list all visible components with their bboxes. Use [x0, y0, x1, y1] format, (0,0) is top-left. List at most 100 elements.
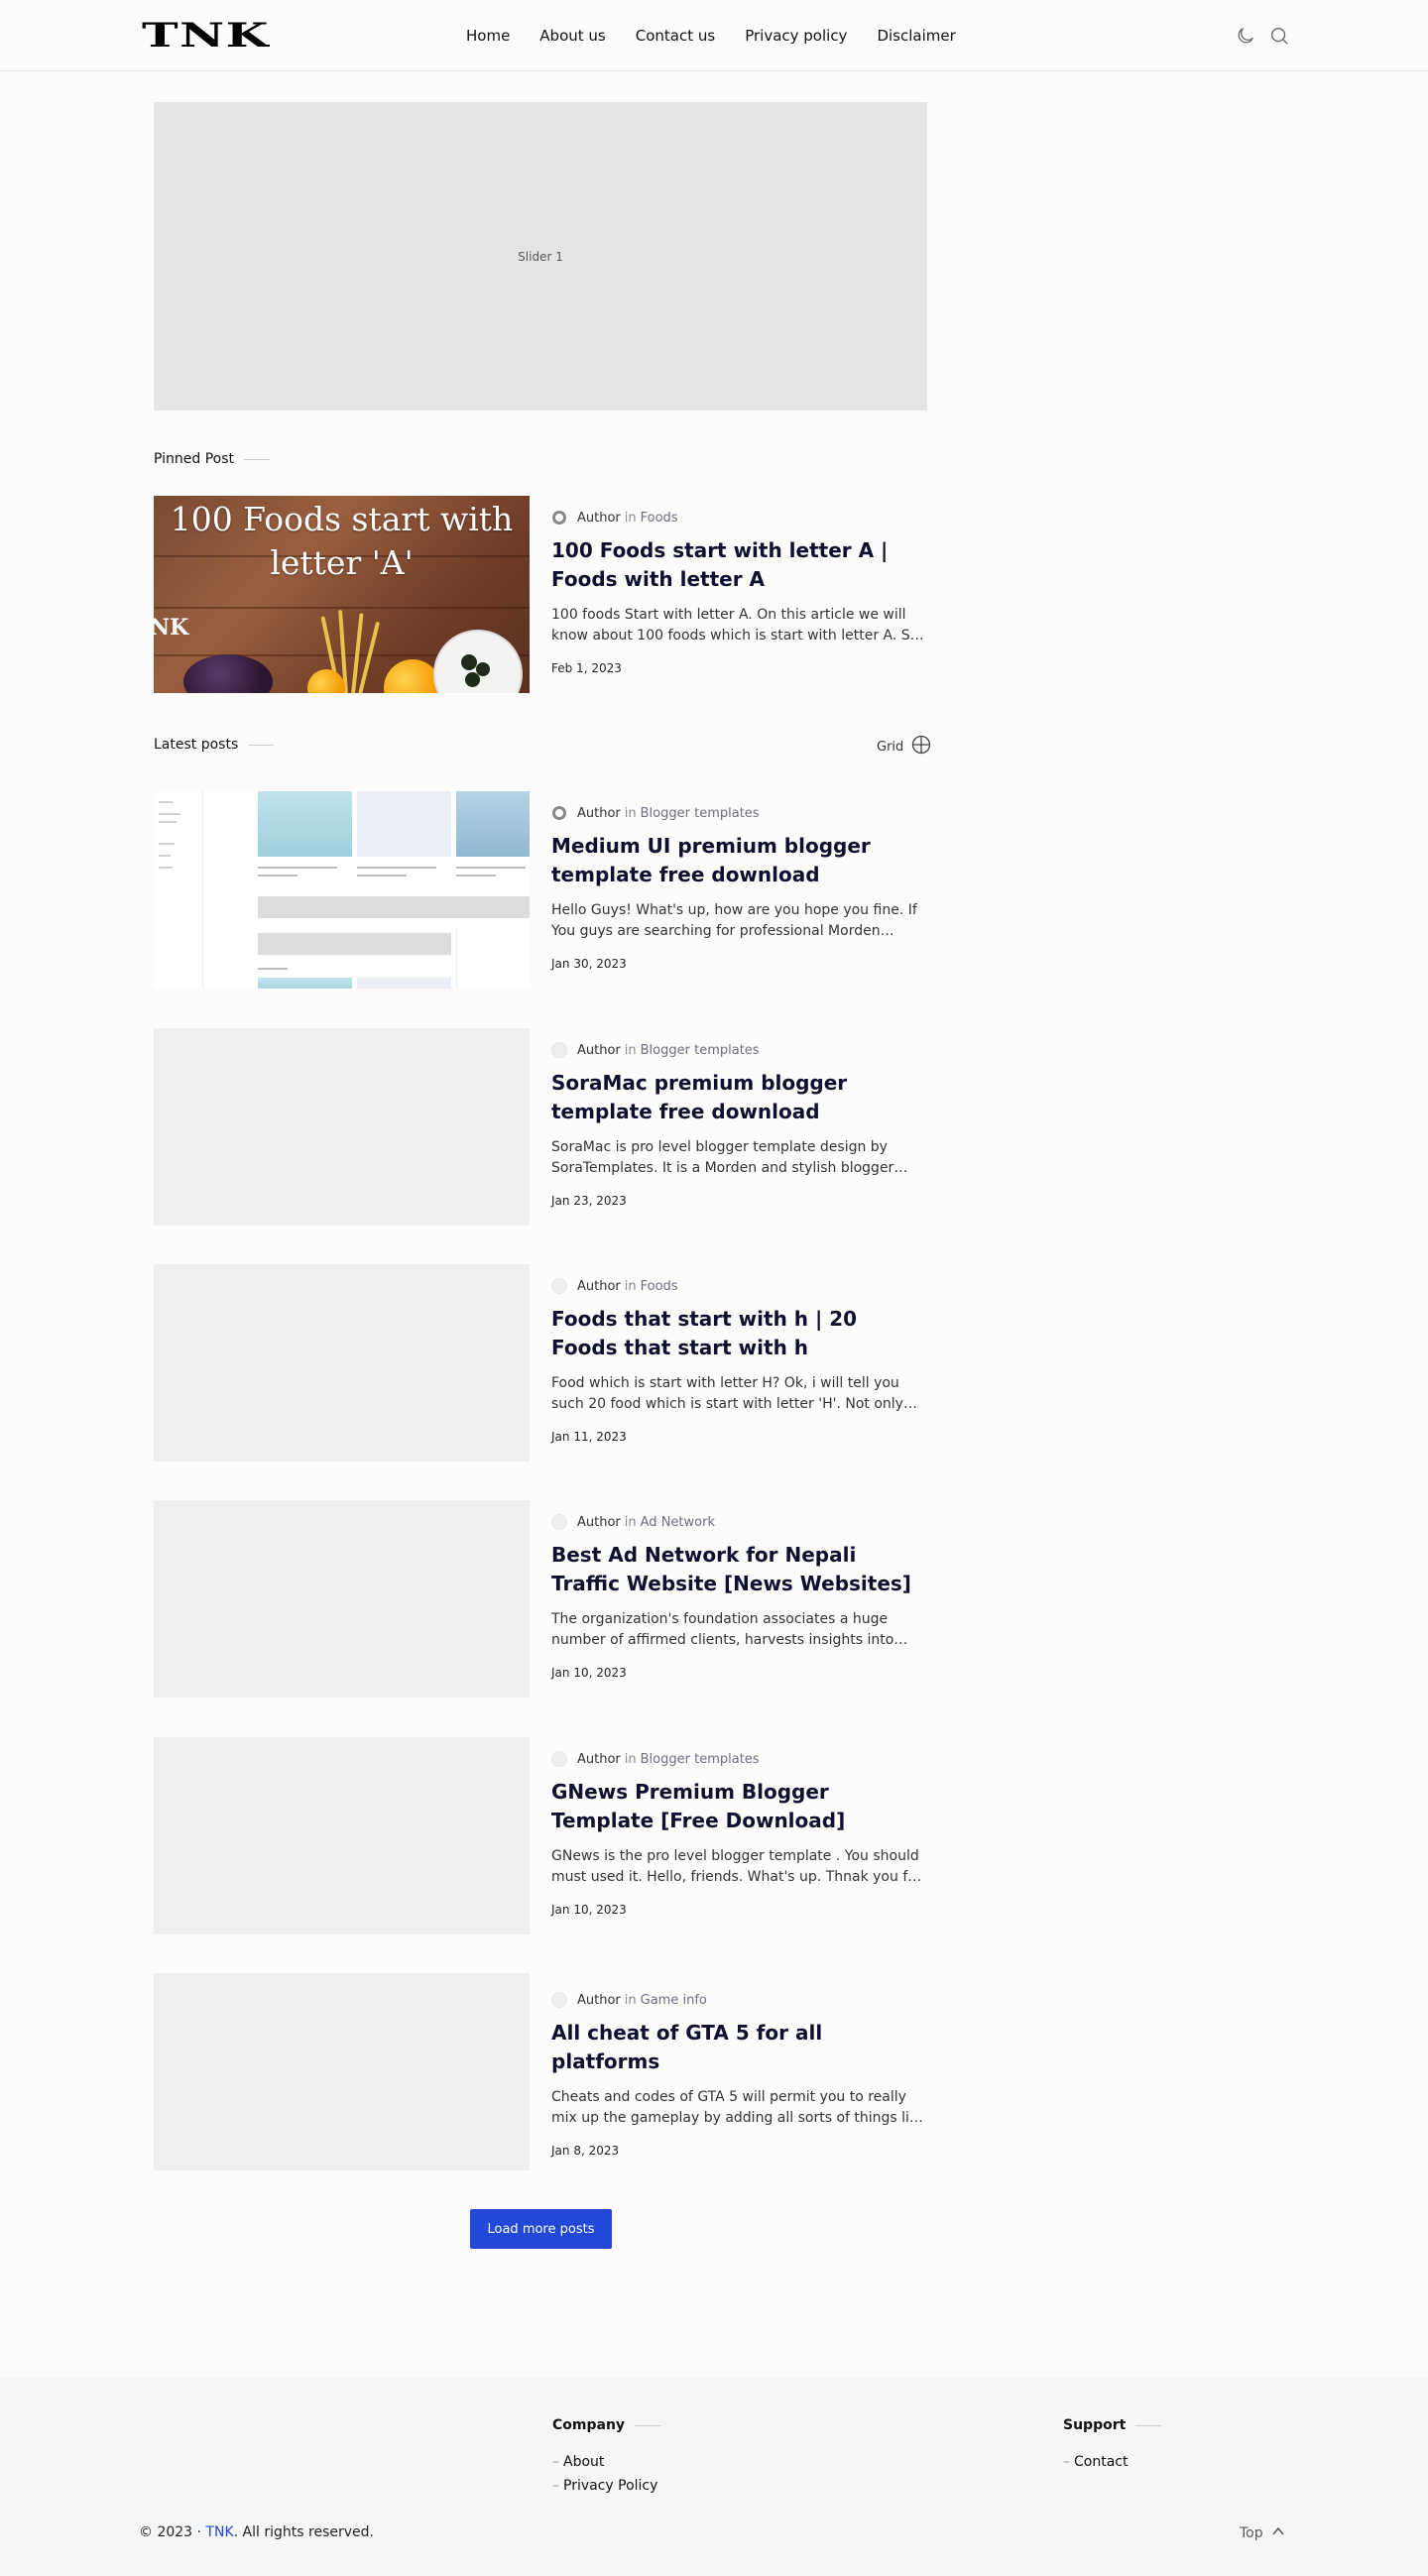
post-category[interactable]: Game info — [641, 1993, 707, 2008]
footer-support-heading: Support — [1063, 2417, 1162, 2433]
nav-contact-us[interactable]: Contact us — [636, 25, 715, 47]
author-avatar — [551, 1992, 567, 2008]
image-watermark: NK — [154, 615, 189, 641]
featured-slider[interactable]: Slider 1 — [154, 102, 927, 410]
author-avatar — [551, 1514, 567, 1530]
post-thumbnail[interactable] — [154, 1973, 530, 2170]
post-thumbnail[interactable] — [154, 1264, 530, 1462]
post-title[interactable]: GNews Premium Blogger Template [Free Dow… — [551, 1778, 927, 1835]
search-icon[interactable] — [1268, 25, 1290, 47]
post-info: Author in Foods Foods that start with h … — [551, 1264, 927, 1444]
post-title[interactable]: Best Ad Network for Nepali Traffic Websi… — [551, 1541, 927, 1598]
post-card: Author in Foods Foods that start with h … — [154, 1264, 927, 1462]
footer-link-privacy-policy[interactable]: – Privacy Policy — [552, 2478, 657, 2494]
pinned-post-card: 100 Foods start with letter 'A' NK Autho… — [154, 496, 927, 693]
post-author[interactable]: Author — [577, 1993, 621, 2008]
post-meta: Author in Game info — [551, 1990, 927, 2010]
post-excerpt: 100 foods Start with letter A. On this a… — [551, 607, 923, 644]
post-author[interactable]: Author — [577, 1279, 621, 1294]
post-excerpt: The organization's foundation associates… — [551, 1611, 894, 1648]
post-category[interactable]: Blogger templates — [641, 1043, 760, 1058]
heading-divider — [248, 744, 275, 746]
post-info: Author in Blogger templates GNews Premiu… — [551, 1737, 927, 1917]
post-author[interactable]: Author — [577, 1043, 621, 1058]
load-more-button[interactable]: Load more posts — [470, 2209, 612, 2249]
post-title[interactable]: 100 Foods start with letter A | Foods wi… — [551, 536, 927, 594]
post-category[interactable]: Blogger templates — [641, 806, 760, 821]
post-title[interactable]: All cheat of GTA 5 for all platforms — [551, 2019, 927, 2076]
post-author[interactable]: Author — [577, 1752, 621, 1767]
heading-divider — [1135, 2424, 1162, 2426]
latest-posts-heading: Latest posts — [154, 737, 275, 753]
nav-about-us[interactable]: About us — [539, 25, 605, 47]
post-card: Author in Blogger templates GNews Premiu… — [154, 1737, 927, 1934]
post-date: Jan 23, 2023 — [551, 1194, 627, 1208]
post-category[interactable]: Blogger templates — [641, 1752, 760, 1767]
post-meta: Author in Ad Network — [551, 1512, 927, 1532]
footer-link-about[interactable]: – About — [552, 2454, 604, 2470]
post-excerpt: GNews is the pro level blogger template … — [551, 1848, 922, 1885]
post-date: Jan 30, 2023 — [551, 957, 627, 971]
author-avatar — [552, 511, 566, 525]
footer-company-heading: Company — [552, 2417, 661, 2433]
template-preview-image — [154, 791, 530, 989]
post-author[interactable]: Author — [577, 806, 621, 821]
post-title[interactable]: SoraMac premium blogger template free do… — [551, 1069, 927, 1126]
nav-disclaimer[interactable]: Disclaimer — [877, 25, 955, 47]
pinned-post-heading: Pinned Post — [154, 451, 271, 467]
author-avatar — [551, 1042, 567, 1058]
post-author[interactable]: Author — [577, 1515, 621, 1530]
grid-icon — [911, 735, 931, 759]
post-date: Feb 1, 2023 — [551, 661, 622, 675]
author-avatar — [552, 806, 566, 820]
image-caption: 100 Foods start with letter 'A' — [170, 500, 514, 582]
post-info: Author in Foods 100 Foods start with let… — [551, 496, 927, 676]
post-date: Jan 10, 2023 — [551, 1666, 627, 1680]
heading-divider — [635, 2424, 661, 2426]
copyright-text: © 2023 · TNK. All rights reserved. — [139, 2524, 374, 2540]
post-meta: Author in Blogger templates — [551, 1749, 927, 1769]
post-meta: Author in Blogger templates — [551, 803, 927, 823]
post-thumbnail[interactable] — [154, 1737, 530, 1934]
foods-image: 100 Foods start with letter 'A' NK — [154, 496, 530, 693]
back-to-top-button[interactable]: Top — [1240, 2524, 1285, 2542]
post-thumbnail[interactable]: 100 Foods start with letter 'A' NK — [154, 496, 530, 693]
post-thumbnail[interactable] — [154, 1500, 530, 1698]
moon-icon[interactable] — [1235, 25, 1256, 47]
post-card: Author in Game info All cheat of GTA 5 f… — [154, 1973, 927, 2170]
nav-privacy-policy[interactable]: Privacy policy — [745, 25, 847, 47]
post-category[interactable]: Ad Network — [641, 1515, 715, 1530]
post-card: Author in Blogger templates SoraMac prem… — [154, 1028, 927, 1226]
post-category[interactable]: Foods — [641, 1279, 678, 1294]
post-meta: Author in Foods — [551, 1276, 927, 1296]
post-date: Jan 10, 2023 — [551, 1903, 627, 1917]
footer-link-contact[interactable]: – Contact — [1063, 2454, 1128, 2470]
post-excerpt: Hello Guys! What's up, how are you hope … — [551, 902, 917, 939]
post-info: Author in Game info All cheat of GTA 5 f… — [551, 1973, 927, 2158]
post-date: Jan 8, 2023 — [551, 2144, 620, 2158]
post-info: Author in Blogger templates SoraMac prem… — [551, 1028, 927, 1208]
site-header: TNK Home About us Contact us Privacy pol… — [0, 0, 1428, 71]
post-meta: Author in Foods — [551, 508, 927, 527]
copyright-brand-link[interactable]: TNK — [205, 2524, 233, 2540]
nav-home[interactable]: Home — [466, 25, 510, 47]
post-excerpt: Cheats and codes of GTA 5 will permit yo… — [551, 2089, 926, 2126]
author-avatar — [551, 1751, 567, 1767]
grid-toggle[interactable]: Grid — [877, 735, 931, 759]
post-thumbnail[interactable] — [154, 791, 530, 989]
post-author[interactable]: Author — [577, 511, 621, 526]
post-thumbnail[interactable] — [154, 1028, 530, 1226]
post-date: Jan 11, 2023 — [551, 1430, 627, 1444]
post-excerpt: Food which is start with letter H? Ok, i… — [551, 1375, 903, 1412]
post-card: Author in Ad Network Best Ad Network for… — [154, 1500, 927, 1698]
grid-label: Grid — [877, 739, 904, 755]
main-nav: Home About us Contact us Privacy policy … — [466, 25, 986, 47]
chevron-up-icon — [1271, 2524, 1285, 2542]
post-category[interactable]: Foods — [641, 511, 678, 526]
author-avatar — [551, 1278, 567, 1294]
post-title[interactable]: Foods that start with h | 20 Foods that … — [551, 1305, 927, 1362]
site-footer: Company – About – Privacy Policy Support –… — [0, 2378, 1428, 2576]
site-logo[interactable]: TNK — [142, 18, 270, 54]
post-title[interactable]: Medium UI premium blogger template free … — [551, 832, 927, 889]
post-meta: Author in Blogger templates — [551, 1040, 927, 1060]
